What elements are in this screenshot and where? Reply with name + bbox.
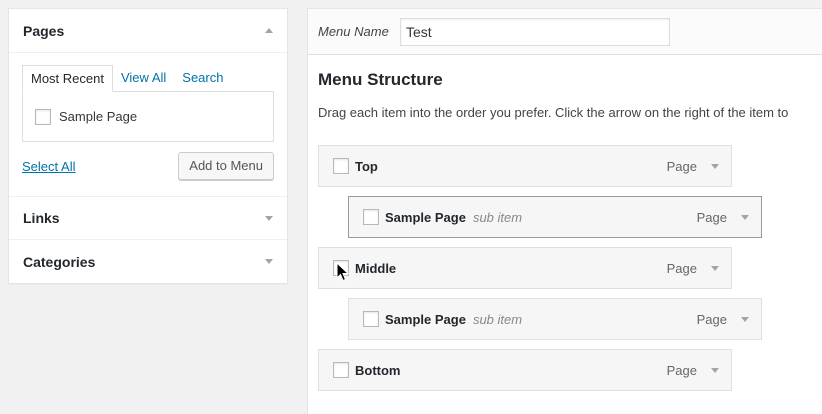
item-expand-arrow-icon[interactable] bbox=[741, 214, 749, 220]
sample-page-checkbox[interactable] bbox=[35, 108, 51, 125]
pages-header[interactable]: Pages bbox=[9, 9, 287, 53]
menu-item-bottom[interactable]: Bottom Page bbox=[318, 349, 732, 391]
menu-item-type: Page bbox=[666, 260, 697, 276]
menu-item-checkbox[interactable] bbox=[363, 311, 379, 327]
menu-item-sample-page-2[interactable]: Sample Page sub item Page bbox=[348, 298, 762, 340]
menu-item-checkbox[interactable] bbox=[333, 260, 349, 276]
add-to-menu-button[interactable]: Add to Menu bbox=[178, 152, 274, 180]
menu-item-top[interactable]: Top Page bbox=[318, 145, 732, 187]
pages-tabs: Most Recent View All Search bbox=[22, 65, 274, 92]
menu-item-type: Page bbox=[666, 362, 697, 378]
menu-item-type: Page bbox=[666, 158, 697, 174]
menu-editor: Menu Name Menu Structure Drag each item … bbox=[307, 8, 822, 414]
item-expand-arrow-icon[interactable] bbox=[711, 367, 719, 373]
menu-name-input[interactable] bbox=[400, 17, 670, 46]
menu-item-title: Top bbox=[355, 158, 378, 174]
tab-search[interactable]: Search bbox=[174, 65, 231, 92]
menu-item-subtitle: sub item bbox=[472, 311, 523, 327]
pages-actions: Select All Add to Menu bbox=[22, 152, 274, 180]
links-section-header[interactable]: Links bbox=[9, 197, 287, 240]
expand-arrow-icon[interactable] bbox=[265, 215, 273, 221]
select-all-link[interactable]: Select All bbox=[22, 159, 75, 174]
menu-item-middle[interactable]: Middle Page bbox=[318, 247, 732, 289]
pages-title: Pages bbox=[23, 22, 65, 39]
menu-item-title: Sample Page bbox=[385, 209, 466, 225]
pages-panel: Most Recent View All Search Sample Page … bbox=[9, 53, 287, 197]
menu-item-type: Page bbox=[696, 311, 727, 327]
menu-item-title: Middle bbox=[355, 260, 397, 276]
sample-page-label[interactable]: Sample Page bbox=[59, 109, 137, 124]
menu-name-label: Menu Name bbox=[318, 24, 389, 39]
item-expand-arrow-icon[interactable] bbox=[741, 316, 749, 322]
tab-view-all[interactable]: View All bbox=[113, 65, 174, 92]
menu-items-sidebar: Pages Most Recent View All Search Sample… bbox=[8, 8, 288, 284]
expand-arrow-icon[interactable] bbox=[265, 259, 273, 264]
menu-item-sample-page-1[interactable]: Sample Page sub item Page bbox=[348, 196, 762, 238]
menu-item-title: Sample Page bbox=[385, 311, 466, 327]
menu-structure-title: Menu Structure bbox=[318, 70, 443, 89]
menu-item-type: Page bbox=[696, 209, 727, 225]
menu-item-checkbox[interactable] bbox=[363, 209, 379, 225]
menu-item-checkbox[interactable] bbox=[333, 362, 349, 378]
tab-most-recent[interactable]: Most Recent bbox=[22, 65, 113, 92]
menu-item-checkbox[interactable] bbox=[333, 158, 349, 174]
menu-structure-description: Drag each item into the order you prefer… bbox=[318, 105, 789, 120]
menu-item-title: Bottom bbox=[355, 362, 401, 378]
menu-item-subtitle: sub item bbox=[472, 209, 523, 225]
collapse-arrow-icon[interactable] bbox=[265, 28, 273, 33]
item-expand-arrow-icon[interactable] bbox=[711, 163, 719, 169]
categories-title: Categories bbox=[23, 253, 96, 270]
item-expand-arrow-icon[interactable] bbox=[711, 265, 719, 271]
tab-panel-most-recent: Sample Page bbox=[22, 91, 274, 142]
categories-section-header[interactable]: Categories bbox=[9, 240, 287, 283]
menu-name-bar: Menu Name bbox=[308, 9, 822, 55]
links-title: Links bbox=[23, 210, 60, 226]
